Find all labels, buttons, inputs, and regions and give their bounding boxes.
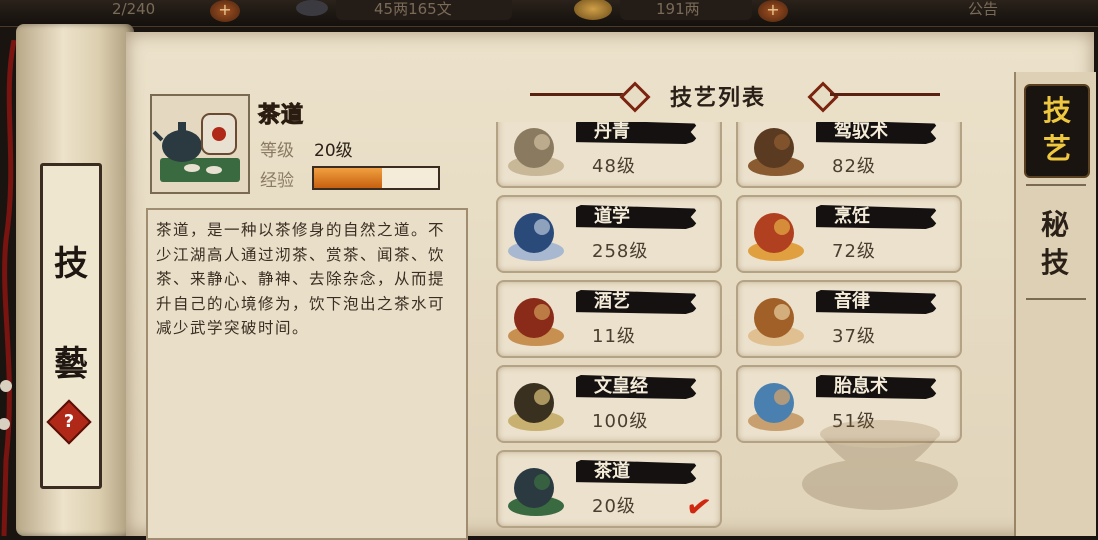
tab-skills-label: 技艺 [1042, 94, 1071, 165]
add-stamina-button[interactable]: + [210, 0, 240, 22]
tab-skills[interactable]: 技艺 [1024, 84, 1090, 178]
skill-card-name: 烹饪 [834, 206, 870, 227]
skill-card[interactable]: 道学 258级 [496, 195, 722, 273]
skill-card-name: 音律 [834, 291, 870, 312]
right-tab-bar: 技艺 秘技 [1014, 72, 1096, 536]
tab-secret-skills[interactable]: 秘技 [1024, 202, 1086, 292]
title-ornament-right [830, 93, 940, 96]
skill-card[interactable]: 酒艺 11级 [496, 280, 722, 358]
skill-description: 茶道，是一种以茶修身的自然之道。不少江湖高人通过沏茶、赏茶、闻茶、饮茶、来静心、… [156, 221, 446, 337]
notice-button[interactable]: 公告 [968, 0, 998, 20]
question-mark-icon: ? [63, 411, 75, 432]
exp-label: 经验 [260, 171, 294, 191]
skill-card[interactable]: 驾驭术 82级 [736, 122, 962, 188]
skill-card-level: 100级 [592, 411, 649, 432]
skill-card-level: 82级 [832, 156, 876, 177]
dragon-icon [292, 0, 332, 22]
skill-card-name: 驾驭术 [834, 122, 888, 142]
skill-card-name: 茶道 [594, 461, 630, 482]
tea-set-icon [504, 458, 568, 520]
pipa-instrument-icon [744, 288, 808, 350]
level-value: 20级 [314, 141, 353, 161]
tea-set-icon [150, 94, 250, 194]
wine-jar-icon [504, 288, 568, 350]
meditating-monk-icon [744, 373, 808, 435]
skill-card-level: 48级 [592, 156, 636, 177]
skill-scroll-panel: 技 藝 ? [16, 24, 134, 536]
skill-list-title: 技艺列表 [670, 86, 767, 111]
skill-card-name: 文皇经 [594, 376, 648, 397]
skill-description-box: 茶道，是一种以茶修身的自然之道。不少江湖高人通过沏茶、赏茶、闻茶、饮茶、来静心、… [146, 208, 468, 540]
skill-card[interactable]: 烹饪 72级 [736, 195, 962, 273]
skill-card-level: 11级 [592, 326, 636, 347]
tab-divider [1026, 184, 1086, 186]
level-label: 等级 [260, 141, 294, 161]
scroll-label-box: 技 藝 ? [40, 163, 102, 489]
teacup-watermark-icon [802, 420, 958, 510]
help-button[interactable]: ? [46, 399, 92, 445]
gold-ingot-icon [574, 0, 612, 20]
horse-icon [744, 122, 808, 180]
money-counter: 45两165文 [374, 0, 452, 18]
stamina-counter: 2/240 [112, 0, 156, 18]
painting-scroll-icon [504, 122, 568, 180]
tab-secret-skills-label: 秘技 [1040, 208, 1069, 279]
scripture-book-icon [504, 373, 568, 435]
skill-card-level: 72级 [832, 241, 876, 262]
skill-card[interactable]: 文皇经 100级 [496, 365, 722, 443]
skill-card-name: 道学 [594, 206, 630, 227]
cooking-dish-icon [744, 203, 808, 265]
skill-card[interactable]: 茶道 20级 ✔ [496, 450, 722, 528]
skill-card-level: 37级 [832, 326, 876, 347]
skill-card[interactable]: 音律 37级 [736, 280, 962, 358]
taoist-book-icon [504, 203, 568, 265]
scroll-char-yi: 藝 [54, 344, 88, 384]
add-gold-button[interactable]: + [758, 0, 788, 22]
gold-counter: 191两 [656, 0, 700, 18]
tab-divider [1026, 298, 1086, 300]
skill-card[interactable]: 丹青 48级 [496, 122, 722, 188]
exp-progress-bar [312, 166, 440, 190]
skill-name: 茶道 [257, 103, 305, 129]
skill-card-level: 258级 [592, 241, 649, 262]
skill-card-level: 20级 [592, 496, 636, 517]
top-status-bar: 2/240 + 45两165文 191两 + 公告 [0, 0, 1098, 27]
skill-card-name: 酒艺 [594, 291, 630, 312]
selected-check-icon: ✔ [683, 488, 714, 527]
skill-card-name: 丹青 [594, 122, 630, 142]
exp-progress-fill [314, 168, 383, 188]
scroll-char-ji: 技 [54, 244, 88, 284]
